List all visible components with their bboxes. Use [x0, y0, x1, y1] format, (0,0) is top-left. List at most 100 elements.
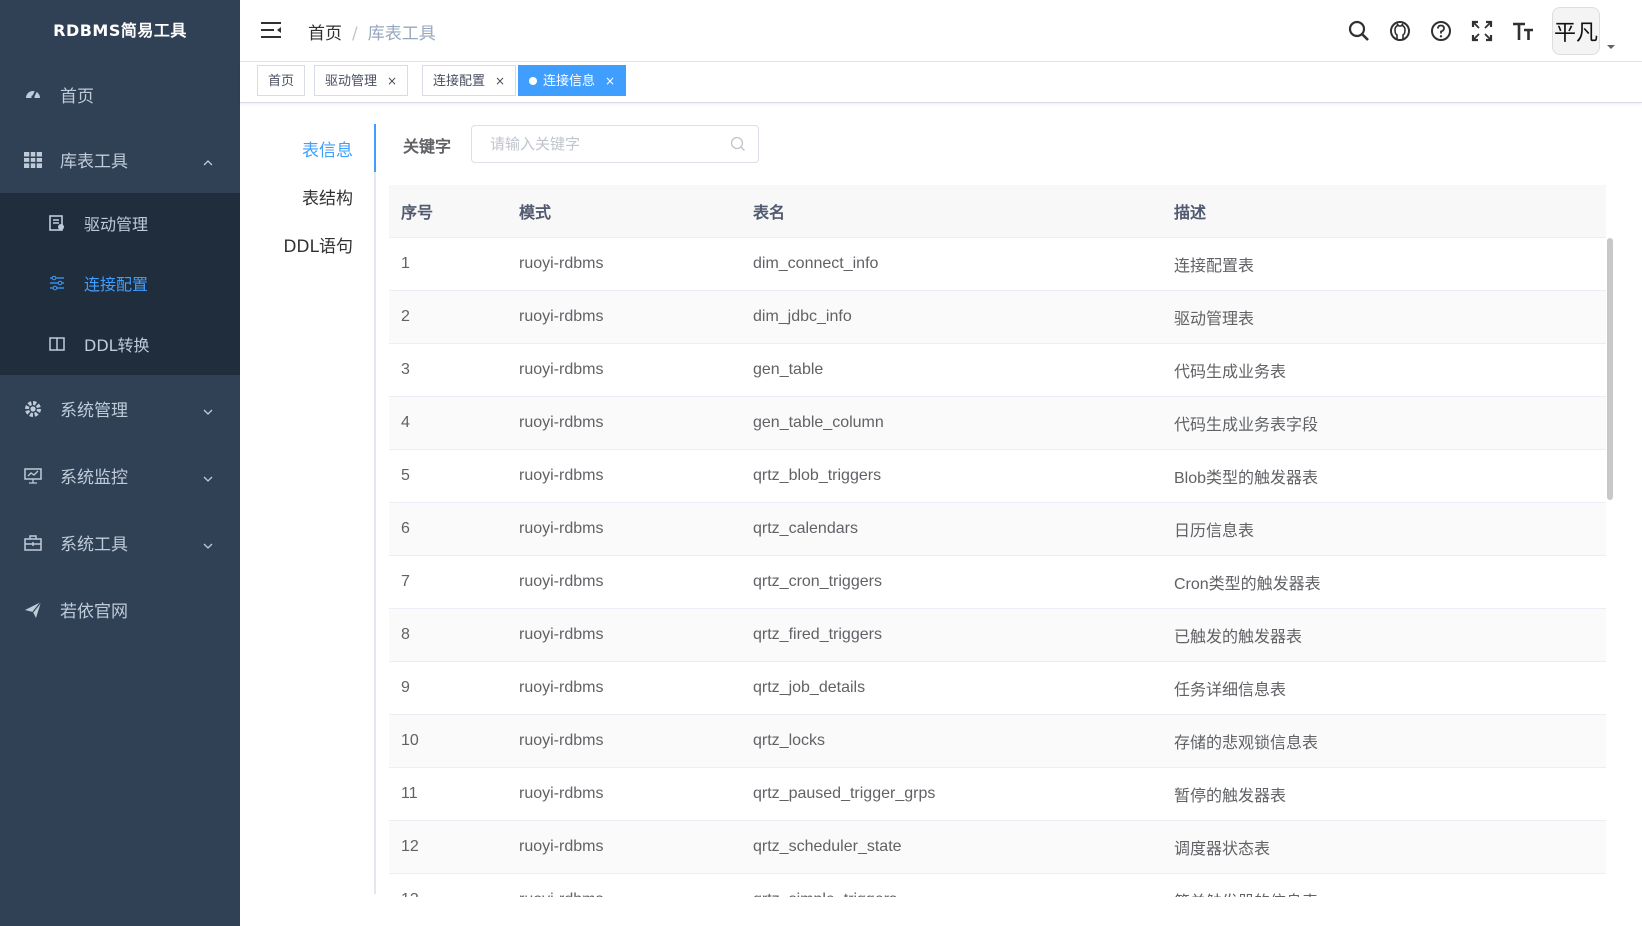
table-row[interactable]: 11 ruoyi-rdbms qrtz_paused_trigger_grps 暂停的…	[389, 767, 1606, 821]
avatar[interactable]: 平凡	[1552, 7, 1600, 55]
sidebar-item-ruoyi-site[interactable]: 若依官网	[0, 576, 240, 643]
table-row[interactable]: 8 ruoyi-rdbms qrtz_fired_triggers 已触发的触发器表	[389, 608, 1606, 662]
cell-description: Cron类型的触发器表	[1162, 555, 1606, 609]
cell-schema: ruoyi-rdbms	[507, 767, 741, 821]
columns-icon	[48, 335, 66, 353]
cell-table-name: qrtz_scheduler_state	[741, 820, 1162, 874]
cell-schema: ruoyi-rdbms	[507, 555, 741, 609]
close-icon[interactable]: ×	[605, 74, 615, 88]
table-row[interactable]: 10 ruoyi-rdbms qrtz_locks 存储的悲观锁信息表	[389, 714, 1606, 768]
table-row[interactable]: 4 ruoyi-rdbms gen_table_column 代码生成业务表字段	[389, 396, 1606, 450]
cell-schema: ruoyi-rdbms	[507, 396, 741, 450]
cell-schema: ruoyi-rdbms	[507, 237, 741, 291]
tag-home[interactable]: 首页	[257, 65, 306, 96]
column-header-description: 描述	[1162, 185, 1606, 238]
dashboard-icon	[24, 85, 42, 103]
close-icon[interactable]: ×	[387, 74, 397, 88]
cell-table-name: dim_jdbc_info	[741, 290, 1162, 344]
cell-schema: ruoyi-rdbms	[507, 820, 741, 874]
monitor-icon	[24, 467, 42, 485]
cell-description: 存储的悲观锁信息表	[1162, 714, 1606, 768]
cell-description: 驱动管理表	[1162, 290, 1606, 344]
table-icon	[24, 151, 42, 169]
cell-schema: ruoyi-rdbms	[507, 502, 741, 556]
cell-index: 9	[389, 661, 507, 715]
table-row[interactable]: 6 ruoyi-rdbms qrtz_calendars 日历信息表	[389, 502, 1606, 556]
cell-schema: ruoyi-rdbms	[507, 449, 741, 503]
side-tabs: 表信息 表结构 DDL语句	[240, 124, 375, 894]
chevron-down-icon	[202, 537, 214, 549]
tab-table-info[interactable]: 表信息	[302, 136, 353, 161]
tag-connection-info[interactable]: 连接信息 ×	[518, 65, 627, 96]
breadcrumb-current: 库表工具	[367, 24, 436, 44]
fullscreen-icon[interactable]	[1470, 19, 1494, 43]
github-icon[interactable]	[1388, 19, 1412, 43]
table-info-table: 序号 模式 表名 描述 1 ruoyi-rdbms dim_connect_info…	[389, 185, 1615, 897]
breadcrumb-home[interactable]: 首页	[308, 24, 342, 44]
close-icon[interactable]: ×	[495, 74, 505, 88]
navbar-actions: 平凡	[1347, 0, 1642, 62]
hamburger-icon[interactable]	[260, 20, 282, 40]
cell-table-name: gen_table_column	[741, 396, 1162, 450]
help-icon[interactable]	[1429, 19, 1453, 43]
sidebar-item-ddl-convert[interactable]: DDL转换	[0, 313, 240, 375]
table-row[interactable]: 5 ruoyi-rdbms qrtz_blob_triggers Blob类型的触发器…	[389, 449, 1606, 503]
sidebar: RDBMS简易工具 首页 库表工具 驱动管理 连接配置 DDL转换 系统管理 系…	[0, 0, 240, 926]
table-scrollbar[interactable]	[1607, 238, 1613, 500]
toolbox-icon	[24, 534, 42, 552]
cell-description: 日历信息表	[1162, 502, 1606, 556]
table-row[interactable]: 13ruoyi-rdbmsqrtz_simple_triggers简单触发器的信…	[389, 873, 1606, 897]
tab-ddl-statement[interactable]: DDL语句	[283, 232, 353, 257]
search-icon[interactable]	[730, 136, 746, 152]
table-row[interactable]: 3 ruoyi-rdbms gen_table 代码生成业务表	[389, 343, 1606, 397]
sidebar-item-connection-config[interactable]: 连接配置	[0, 253, 240, 313]
tabs-divider	[374, 124, 376, 894]
tag-connection-config[interactable]: 连接配置 ×	[422, 65, 517, 96]
sidebar-item-system-tools[interactable]: 系统工具	[0, 509, 240, 576]
sliders-icon	[48, 274, 66, 292]
sidebar-item-table-tools[interactable]: 库表工具	[0, 126, 240, 193]
cell-schema: ruoyi-rdbms	[507, 343, 741, 397]
cell-index: 13	[389, 873, 507, 897]
tag-label: 连接配置	[433, 74, 486, 89]
caret-down-icon[interactable]	[1606, 37, 1616, 49]
tag-driver-management[interactable]: 驱动管理 ×	[314, 65, 409, 96]
table-row[interactable]: 1 ruoyi-rdbms dim_connect_info 连接配置表	[389, 237, 1606, 291]
active-tab-indicator	[374, 124, 376, 172]
app-logo[interactable]: RDBMS简易工具	[0, 0, 240, 62]
cell-description: 调度器状态表	[1162, 820, 1606, 874]
search-icon[interactable]	[1347, 19, 1371, 43]
font-size-icon[interactable]	[1511, 19, 1535, 43]
table-row[interactable]: 12 ruoyi-rdbms qrtz_scheduler_state 调度器状态表	[389, 820, 1606, 874]
gear-icon	[24, 400, 42, 418]
cell-table-name: qrtz_job_details	[741, 661, 1162, 715]
sidebar-item-label: 系统管理	[60, 401, 128, 421]
table-row[interactable]: 9 ruoyi-rdbms qrtz_job_details 任务详细信息表	[389, 661, 1606, 715]
cell-description: 暂停的触发器表	[1162, 767, 1606, 821]
sidebar-item-label: 系统工具	[60, 535, 128, 555]
tab-table-structure[interactable]: 表结构	[302, 184, 353, 209]
keyword-label: 关键字	[403, 137, 452, 156]
sidebar-item-home[interactable]: 首页	[0, 62, 240, 126]
driver-icon	[48, 214, 66, 232]
tag-label: 驱动管理	[325, 74, 378, 89]
cell-index: 2	[389, 290, 507, 344]
sidebar-item-label: 连接配置	[84, 275, 149, 294]
cell-table-name: qrtz_cron_triggers	[741, 555, 1162, 609]
column-header-table-name: 表名	[741, 185, 1162, 238]
table-row[interactable]: 7 ruoyi-rdbms qrtz_cron_triggers Cron类型的触发器…	[389, 555, 1606, 609]
sidebar-item-system-monitor[interactable]: 系统监控	[0, 442, 240, 509]
cell-table-name: qrtz_locks	[741, 714, 1162, 768]
cell-table-name: qrtz_simple_triggers	[741, 873, 1162, 897]
sidebar-item-label: DDL转换	[84, 336, 150, 355]
sidebar-item-system-management[interactable]: 系统管理	[0, 375, 240, 442]
sidebar-item-label: 若依官网	[60, 602, 128, 622]
cell-schema: ruoyi-rdbms	[507, 661, 741, 715]
tag-label: 连接信息	[543, 74, 596, 89]
keyword-search-input[interactable]	[471, 125, 759, 163]
table-row[interactable]: 2 ruoyi-rdbms dim_jdbc_info 驱动管理表	[389, 290, 1606, 344]
cell-description: 简单触发器的信息表	[1162, 873, 1606, 897]
sidebar-item-driver-management[interactable]: 驱动管理	[0, 193, 240, 253]
table-header-row: 序号 模式 表名 描述	[389, 185, 1606, 238]
cell-description: 代码生成业务表	[1162, 343, 1606, 397]
